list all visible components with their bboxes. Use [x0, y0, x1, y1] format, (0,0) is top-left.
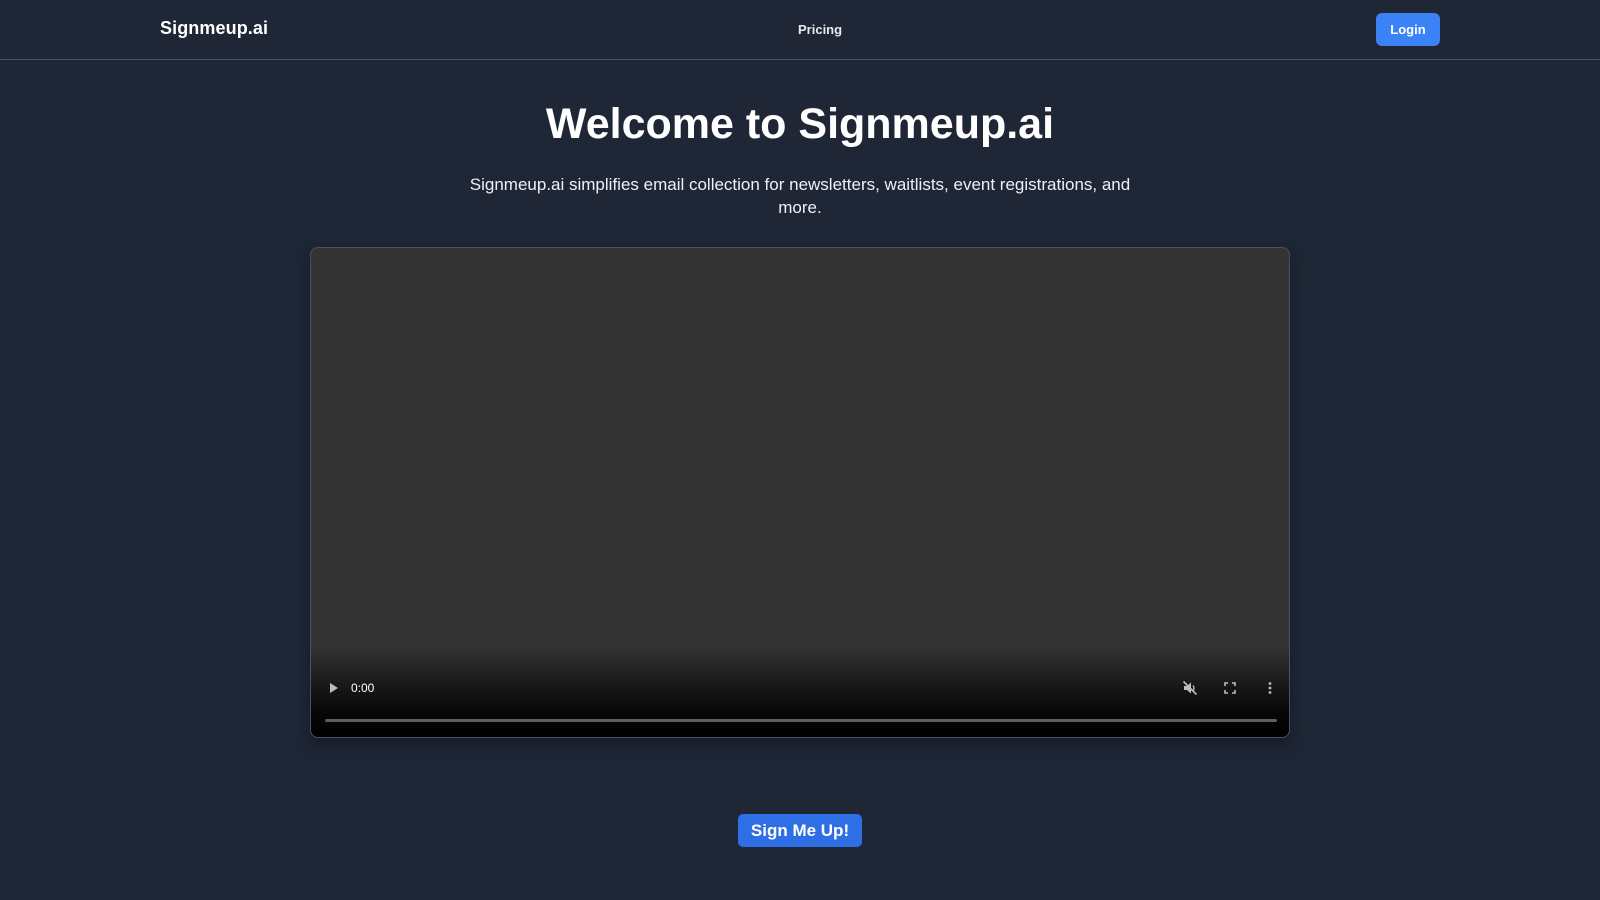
login-button[interactable]: Login: [1376, 13, 1440, 46]
nav-link-pricing[interactable]: Pricing: [798, 22, 842, 37]
video-progress-bar[interactable]: [325, 719, 1277, 722]
hero-subtitle: Signmeup.ai simplifies email collection …: [469, 175, 1131, 217]
mute-icon[interactable]: [1181, 679, 1199, 697]
fullscreen-icon[interactable]: [1221, 679, 1239, 697]
video-player[interactable]: 0:00: [310, 247, 1290, 738]
hero-title: Welcome to Signmeup.ai: [545, 100, 1055, 148]
play-icon[interactable]: [325, 680, 341, 696]
more-options-icon[interactable]: [1261, 679, 1279, 697]
brand-logo[interactable]: Signmeup.ai: [160, 18, 268, 39]
sign-me-up-button[interactable]: Sign Me Up!: [738, 814, 862, 847]
video-time: 0:00: [351, 681, 375, 695]
navbar: Signmeup.ai Pricing Login: [0, 0, 1600, 60]
video-controls-gradient: [311, 647, 1289, 737]
